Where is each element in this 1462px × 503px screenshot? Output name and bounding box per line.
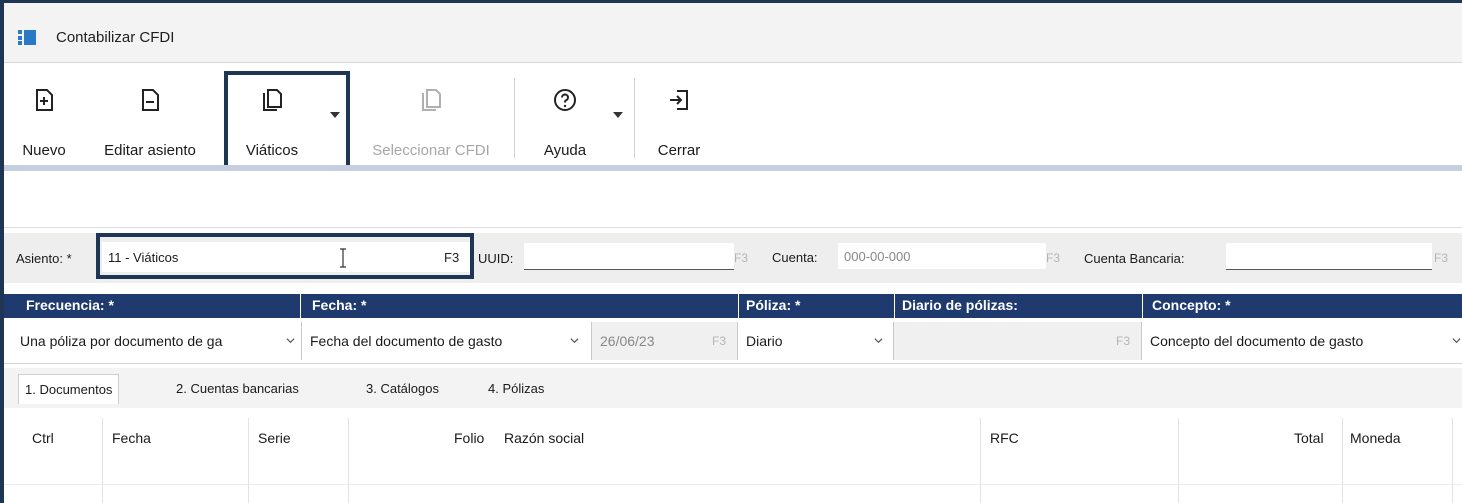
edit-document-icon: [142, 89, 159, 111]
frecuencia-value: Una póliza por documento de ga: [20, 333, 223, 349]
column-header-total[interactable]: Total: [1294, 430, 1324, 446]
asiento-row: Asiento: * 11 - Viáticos F3 UUID: F3 Cue…: [4, 233, 1462, 283]
cuenta-bancaria-field[interactable]: [1226, 243, 1432, 269]
window-title: Contabilizar CFDI: [56, 29, 175, 46]
column-separator: [1452, 418, 1453, 503]
empty-band: [4, 172, 1462, 228]
uuid-underline: [524, 269, 734, 270]
header-separator: [894, 294, 895, 318]
seleccionar-cfdi-button[interactable]: Seleccionar CFDI: [352, 74, 510, 164]
exit-icon: [670, 90, 688, 110]
column-separator: [348, 418, 349, 503]
editar-asiento-button[interactable]: Editar asiento: [80, 74, 220, 164]
fecha-header: Fecha: *: [312, 297, 367, 313]
tab-catalogos[interactable]: 3. Catálogos: [360, 374, 445, 404]
cuenta-field[interactable]: 000-00-000: [838, 243, 1046, 269]
header-separator: [738, 294, 739, 318]
help-icon: [554, 89, 576, 111]
fecha-fija-field: 26/06/23 F3: [592, 322, 738, 360]
column-header-moneda[interactable]: Moneda: [1350, 430, 1401, 446]
diario-f3-button: F3: [1116, 334, 1131, 348]
tab-polizas[interactable]: 4. Pólizas: [482, 374, 550, 404]
fecha-value: Fecha del documento de gasto: [310, 333, 503, 349]
cuenta-label: Cuenta:: [772, 250, 818, 265]
tab-bar: 1. Documentos 2. Cuentas bancarias 3. Ca…: [4, 368, 1462, 408]
fecha-fija-value: 26/06/23: [600, 333, 655, 349]
column-header-serie[interactable]: Serie: [258, 430, 291, 446]
column-header-ctrl[interactable]: Ctrl: [32, 430, 54, 446]
tab-documentos[interactable]: 1. Documentos: [18, 374, 120, 404]
cuenta-bancaria-label: Cuenta Bancaria:: [1084, 251, 1185, 266]
ayuda-button[interactable]: Ayuda: [530, 74, 600, 164]
fecha-f3-button: F3: [712, 334, 727, 348]
options-values-row: Una póliza por documento de ga Fecha del…: [4, 320, 1462, 364]
asiento-highlight: [96, 233, 474, 279]
cuenta-f3-button[interactable]: F3: [1046, 251, 1060, 265]
poliza-value: Diario: [746, 333, 783, 349]
column-separator: [248, 418, 249, 503]
column-header-fecha[interactable]: Fecha: [112, 430, 151, 446]
uuid-label: UUID:: [478, 251, 514, 266]
seleccionar-cfdi-label: Seleccionar CFDI: [372, 142, 490, 159]
viaticos-highlight: [224, 71, 350, 169]
frecuencia-select[interactable]: Una póliza por documento de ga: [12, 322, 302, 360]
toolbar-separator: [634, 78, 635, 158]
app-icon: [18, 30, 36, 45]
chevron-down-icon: [286, 338, 295, 344]
concepto-value: Concepto del documento de gasto: [1150, 333, 1364, 349]
fecha-select[interactable]: Fecha del documento de gasto: [302, 322, 592, 360]
editar-asiento-label: Editar asiento: [104, 142, 196, 159]
uuid-f3-button[interactable]: F3: [734, 251, 748, 265]
cuenta-bancaria-f3-button[interactable]: F3: [1434, 251, 1448, 265]
chevron-down-icon: [570, 338, 579, 344]
chevron-down-icon: [874, 338, 883, 344]
poliza-header: Póliza: *: [746, 297, 801, 313]
header-separator: [300, 294, 301, 318]
concepto-select[interactable]: Concepto del documento de gasto: [1142, 322, 1462, 360]
chevron-down-icon: [1452, 338, 1461, 344]
cerrar-button[interactable]: Cerrar: [644, 74, 714, 164]
column-header-rfc[interactable]: RFC: [990, 430, 1019, 446]
uuid-field[interactable]: [524, 243, 734, 269]
copy-document-disabled-icon: [422, 89, 441, 111]
table-row-divider: [4, 484, 1462, 485]
new-document-icon: [36, 89, 53, 111]
frecuencia-header: Frecuencia: *: [26, 297, 114, 313]
toolbar-separator: [514, 78, 515, 158]
nuevo-button[interactable]: Nuevo: [14, 74, 74, 164]
column-separator: [102, 418, 103, 503]
poliza-select[interactable]: Diario: [738, 322, 894, 360]
concepto-header: Concepto: *: [1152, 297, 1231, 313]
header-separator: [1142, 294, 1143, 318]
options-header-row: Frecuencia: * Fecha: * Póliza: * Diario …: [4, 294, 1462, 318]
documents-grid: Ctrl Fecha Serie Folio Razón social RFC …: [4, 408, 1462, 503]
cerrar-label: Cerrar: [657, 142, 701, 159]
tab-cuentas-bancarias[interactable]: 2. Cuentas bancarias: [170, 374, 305, 404]
cuenta-bancaria-underline: [1226, 269, 1432, 270]
asiento-label: Asiento: *: [16, 251, 72, 266]
nuevo-label: Nuevo: [22, 142, 66, 159]
diario-polizas-field: F3: [894, 322, 1142, 360]
column-separator: [1342, 418, 1343, 503]
ayuda-dropdown-icon[interactable]: [613, 112, 623, 118]
column-separator: [980, 418, 981, 503]
cuenta-placeholder: 000-00-000: [844, 249, 911, 264]
ribbon-toolbar: Nuevo Editar asiento Viáticos Selecciona…: [4, 64, 1462, 172]
column-header-razon-social[interactable]: Razón social: [504, 430, 584, 446]
ribbon-divider: [4, 165, 1462, 171]
title-bar: Contabilizar CFDI: [4, 3, 1462, 63]
ayuda-label: Ayuda: [543, 142, 587, 159]
column-header-folio[interactable]: Folio: [454, 430, 484, 446]
diario-polizas-header: Diario de pólizas:: [902, 297, 1018, 313]
column-separator: [1178, 418, 1179, 503]
